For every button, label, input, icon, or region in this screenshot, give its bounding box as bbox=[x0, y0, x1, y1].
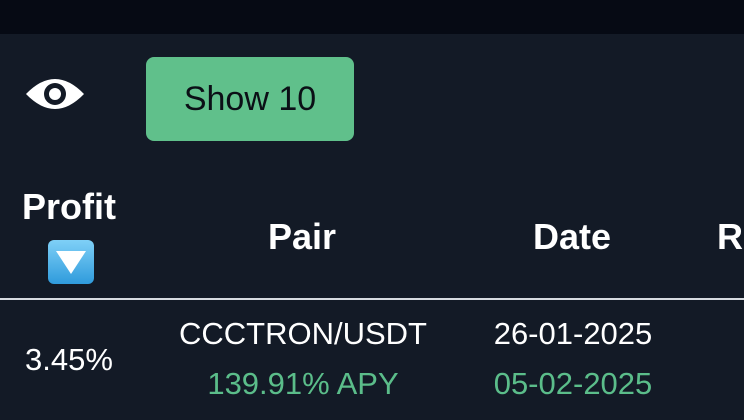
table-row[interactable]: 3.45% CCCTRON/USDT 139.91% APY 26-01-202… bbox=[0, 300, 744, 420]
end-date: 05-02-2025 bbox=[493, 366, 653, 401]
toolbar: Show 10 bbox=[0, 34, 744, 164]
table-header: Profit Pair Date R bbox=[0, 164, 744, 298]
column-header-pair[interactable]: Pair bbox=[268, 216, 336, 258]
start-date: 26-01-2025 bbox=[493, 316, 653, 351]
show-count-button[interactable]: Show 10 bbox=[146, 57, 354, 141]
sort-descending-icon[interactable] bbox=[48, 240, 94, 284]
pair-name: CCCTRON/USDT bbox=[179, 316, 427, 351]
column-header-date[interactable]: Date bbox=[533, 216, 611, 258]
apy-value: 139.91% APY bbox=[207, 366, 399, 401]
status-strip bbox=[0, 0, 744, 34]
column-header-profit[interactable]: Profit bbox=[22, 186, 116, 228]
column-header-partial[interactable]: R bbox=[717, 216, 743, 258]
eye-icon[interactable] bbox=[24, 70, 86, 118]
profit-value: 3.45% bbox=[25, 342, 113, 377]
